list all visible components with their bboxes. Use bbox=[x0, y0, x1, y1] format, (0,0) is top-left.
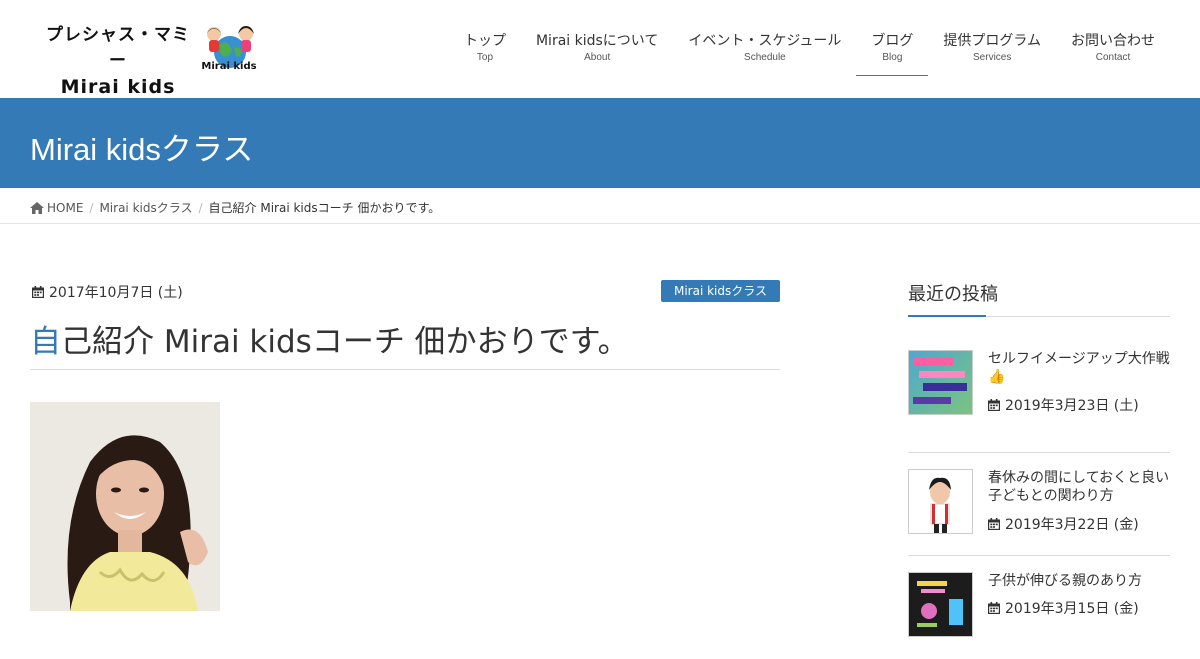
recent-post-item[interactable]: 春休みの間にしておくと良い子どもとの関わり方 2019年3月22日 (金) bbox=[908, 453, 1170, 556]
post-thumbnail bbox=[908, 350, 973, 415]
nav-item-blog[interactable]: ブログ Blog bbox=[856, 0, 929, 98]
recent-post-item[interactable]: 子供が伸びる親のあり方 2019年3月15日 (金) bbox=[908, 556, 1170, 659]
article-title-rest: 己紹介 Mirai kidsコーチ 佃かおりです。 bbox=[61, 324, 629, 360]
post-date: 2019年3月15日 (金) bbox=[988, 598, 1139, 618]
logo-line1: プレシャス・マミー bbox=[46, 25, 190, 71]
post-thumbnail-image bbox=[909, 351, 972, 414]
nav-label: お問い合わせ bbox=[1071, 33, 1155, 49]
page-header-title: Mirai kidsクラス bbox=[30, 132, 254, 167]
breadcrumb-home-link[interactable]: HOME bbox=[47, 201, 83, 215]
logo-line2: Mirai kids bbox=[60, 76, 176, 98]
post-date-text: 2019年3月23日 (土) bbox=[1005, 398, 1139, 414]
nav-item-about[interactable]: Mirai kidsについて About bbox=[521, 0, 673, 98]
article-meta: 2017年10月7日 (土) Mirai kidsクラス bbox=[30, 280, 780, 302]
author-portrait-image bbox=[30, 402, 220, 611]
logo-mascot-label: Mirai kids bbox=[201, 61, 257, 72]
breadcrumb: HOME / Mirai kidsクラス / 自己紹介 Mirai kidsコー… bbox=[0, 188, 1200, 224]
post-thumbnail bbox=[908, 469, 973, 534]
nav-item-top[interactable]: トップ Top bbox=[449, 0, 521, 98]
recent-posts-heading: 最近の投稿 bbox=[908, 280, 1170, 317]
category-badge[interactable]: Mirai kidsクラス bbox=[661, 280, 780, 302]
nav-item-services[interactable]: 提供プログラム Services bbox=[928, 0, 1056, 98]
nav-label: イベント・スケジュール bbox=[688, 33, 842, 49]
nav-label: トップ bbox=[463, 33, 506, 49]
nav-label: Mirai kidsについて bbox=[535, 33, 659, 49]
breadcrumb-category-link[interactable]: Mirai kidsクラス bbox=[99, 199, 192, 216]
nav-sub: Schedule bbox=[744, 52, 786, 63]
post-title: 子供が伸びる親のあり方 bbox=[988, 573, 1142, 589]
article-date-text: 2017年10月7日 (土) bbox=[49, 285, 183, 301]
post-thumbnail-image bbox=[909, 470, 972, 533]
calendar-icon bbox=[32, 286, 44, 298]
post-title: セルフイメージアップ大作戦👍 bbox=[988, 351, 1170, 385]
article-date: 2017年10月7日 (土) bbox=[32, 282, 183, 302]
nav-item-contact[interactable]: お問い合わせ Contact bbox=[1056, 0, 1170, 98]
nav-sub: Services bbox=[973, 52, 1012, 63]
sidebar: 最近の投稿 セルフイメージアップ大作戦👍 2019年3月23日 (土) 春休みの… bbox=[908, 280, 1170, 637]
post-thumbnail bbox=[908, 572, 973, 637]
post-date-text: 2019年3月22日 (金) bbox=[1005, 517, 1139, 533]
recent-posts-list: セルフイメージアップ大作戦👍 2019年3月23日 (土) 春休みの間にしておく… bbox=[908, 350, 1170, 659]
calendar-icon bbox=[988, 518, 1000, 530]
article: 2017年10月7日 (土) Mirai kidsクラス 自己紹介 Mirai … bbox=[30, 280, 780, 611]
calendar-icon bbox=[988, 602, 1000, 614]
breadcrumb-separator: / bbox=[89, 200, 94, 215]
home-icon bbox=[30, 201, 44, 214]
post-date: 2019年3月23日 (土) bbox=[988, 395, 1139, 415]
logo-text: プレシャス・マミー Mirai kids bbox=[38, 22, 198, 100]
nav-sub: Blog bbox=[882, 52, 903, 63]
article-title: 自己紹介 Mirai kidsコーチ 佃かおりです。 bbox=[30, 316, 780, 361]
portrait-illustration bbox=[30, 402, 220, 611]
title-divider bbox=[30, 369, 780, 370]
site-logo[interactable]: プレシャス・マミー Mirai kids Mirai kids bbox=[38, 22, 260, 98]
nav-label: ブログ bbox=[871, 33, 914, 49]
calendar-icon bbox=[988, 399, 1000, 411]
nav-sub: Top bbox=[476, 52, 494, 63]
page-header-banner: Mirai kidsクラス bbox=[0, 98, 1200, 188]
nav-sub: About bbox=[584, 52, 611, 63]
breadcrumb-current: 自己紹介 Mirai kidsコーチ 佃かおりです。 bbox=[208, 201, 441, 215]
nav-sub: Contact bbox=[1095, 52, 1131, 63]
post-date-text: 2019年3月15日 (金) bbox=[1005, 601, 1139, 617]
post-date: 2019年3月22日 (金) bbox=[988, 514, 1139, 534]
nav-item-schedule[interactable]: イベント・スケジュール Schedule bbox=[673, 0, 856, 98]
recent-post-item[interactable]: セルフイメージアップ大作戦👍 2019年3月23日 (土) bbox=[908, 350, 1170, 453]
breadcrumb-separator: / bbox=[198, 200, 203, 215]
article-title-first-char: 自 bbox=[30, 324, 61, 360]
site-header: プレシャス・マミー Mirai kids Mirai kids トップ Top … bbox=[0, 0, 1200, 98]
main-nav: トップ Top Mirai kidsについて About イベント・スケジュール… bbox=[449, 0, 1170, 98]
post-title: 春休みの間にしておくと良い子どもとの関わり方 bbox=[988, 470, 1170, 504]
post-thumbnail-image bbox=[909, 573, 972, 636]
nav-label: 提供プログラム bbox=[943, 33, 1041, 49]
